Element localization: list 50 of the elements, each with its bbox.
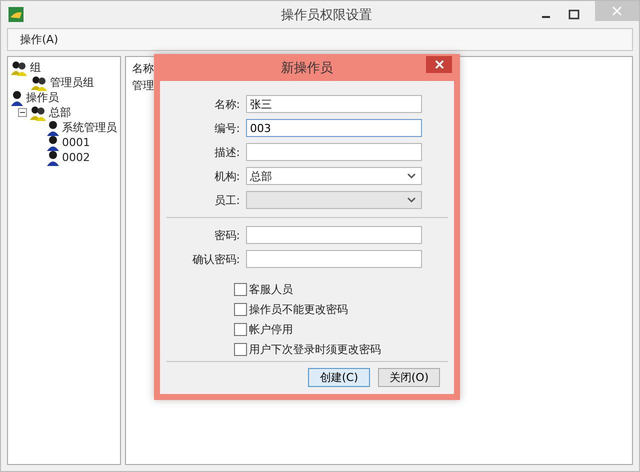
maximize-icon[interactable] — [567, 8, 581, 22]
list-item[interactable]: 管理 — [132, 78, 154, 93]
field-label: 确认密码: — [191, 252, 240, 266]
password-field[interactable] — [246, 250, 422, 268]
dialog-button[interactable]: 关闭(O) — [378, 368, 440, 387]
checkbox-label[interactable]: 帐户停用 — [249, 322, 293, 337]
field-label: 名称: — [213, 96, 240, 112]
checkbox[interactable] — [234, 283, 247, 296]
input-field[interactable]: 003 — [246, 119, 422, 137]
password-field[interactable] — [246, 226, 422, 244]
checkbox-label[interactable]: 操作员不能更改密码 — [249, 302, 348, 317]
field-label: 员工: — [213, 192, 240, 208]
checkbox[interactable] — [234, 323, 247, 336]
tree-item[interactable]: 0001 — [62, 136, 90, 149]
user-group-icon — [30, 74, 48, 90]
window-title: 操作员权限设置 — [280, 6, 373, 24]
collapse-icon[interactable] — [18, 108, 27, 117]
close-icon — [612, 6, 622, 16]
field-label: 密码: — [213, 228, 240, 242]
dialog-title: 新操作员 — [281, 60, 333, 76]
menu-item[interactable]: 操作(A) — [20, 32, 58, 47]
checkbox-label[interactable]: 客服人员 — [249, 282, 293, 297]
chevron-down-icon — [407, 197, 416, 203]
column-header[interactable]: 名称 — [132, 61, 154, 76]
user-group-icon — [29, 104, 47, 120]
checkbox-label[interactable]: 用户下次登录时须更改密码 — [249, 342, 381, 357]
chevron-down-icon — [407, 173, 416, 179]
user-group-icon — [10, 60, 28, 76]
checkbox[interactable] — [234, 343, 247, 356]
user-icon — [10, 90, 24, 106]
close-icon — [434, 60, 444, 69]
tree-item[interactable]: 系统管理员 — [62, 120, 117, 135]
field-label: 编号: — [213, 120, 240, 136]
tree-item[interactable]: 操作员 — [26, 90, 59, 105]
close-button[interactable] — [426, 56, 452, 73]
app-icon — [8, 7, 24, 22]
tree-item[interactable]: 管理员组 — [50, 75, 94, 90]
dropdown[interactable]: 总部 — [246, 167, 422, 185]
input-field[interactable]: 张三 — [246, 95, 422, 113]
tree-item[interactable]: 总部 — [49, 105, 71, 120]
tree-item[interactable]: 组 — [30, 60, 41, 75]
field-label: 描述: — [213, 144, 240, 160]
field-label: 机构: — [213, 168, 240, 184]
user-icon — [46, 134, 60, 150]
dialog-button[interactable]: 创建(C) — [308, 368, 370, 387]
input-field[interactable] — [246, 143, 422, 161]
user-icon — [46, 150, 60, 166]
checkbox[interactable] — [234, 303, 247, 316]
tree-item[interactable]: 0002 — [62, 151, 90, 164]
user-icon — [46, 120, 60, 136]
